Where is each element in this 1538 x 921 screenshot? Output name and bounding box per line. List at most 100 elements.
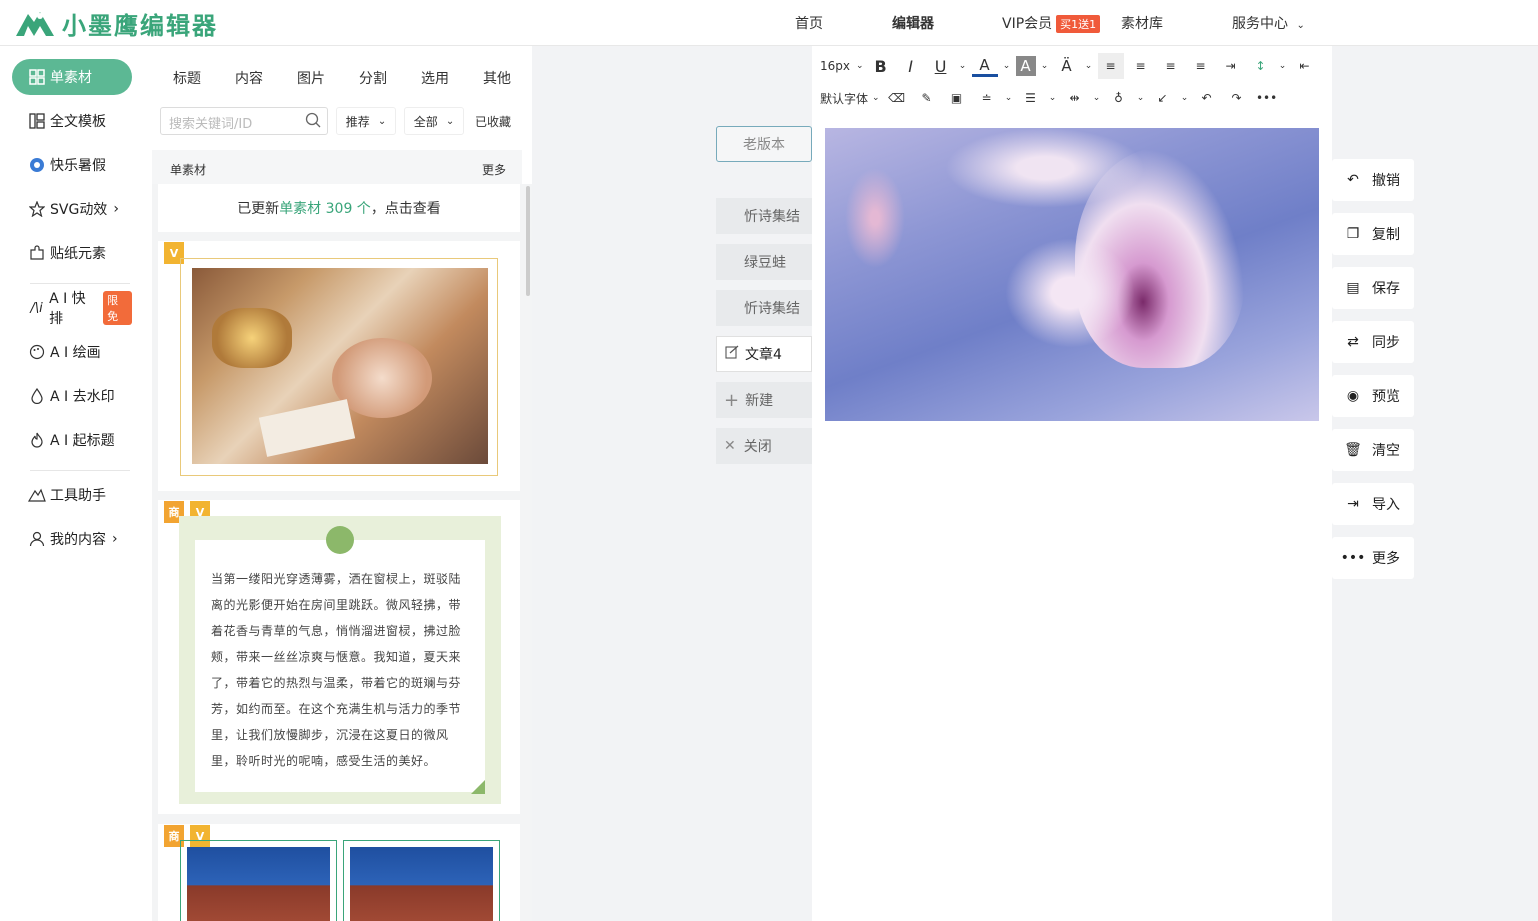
more-button[interactable]: ••• 更多: [1332, 537, 1414, 579]
sidebar-item-my-content[interactable]: 我的内容 ›: [12, 521, 132, 557]
italic-icon[interactable]: I: [898, 53, 924, 79]
filter-collected-button[interactable]: 已收藏: [470, 107, 516, 135]
sidebar-item-svg-effects[interactable]: SVG动效 ›: [12, 191, 132, 227]
sidebar-item-full-template[interactable]: 全文模板: [12, 103, 132, 139]
filter-all-dropdown[interactable]: 全部 ⌄: [404, 107, 464, 135]
exit-icon[interactable]: ⇤: [1292, 53, 1318, 79]
green-dot-decoration: [326, 526, 354, 554]
update-link[interactable]: 单素材 309 个: [279, 198, 371, 218]
corner-decoration: [471, 780, 485, 794]
chevron-down-icon[interactable]: ⌄: [1084, 53, 1094, 79]
update-notice[interactable]: 已更新 单素材 309 个 ，点击查看: [158, 184, 520, 232]
font-family-dropdown[interactable]: 默认字体 ⌄: [820, 85, 880, 111]
material-card-text[interactable]: 商 V 当第一缕阳光穿透薄雾，洒在窗棂上，斑驳陆离的光影便开始在房间里跳跃。微风…: [158, 500, 520, 814]
new-doc-button[interactable]: + 新建: [716, 382, 812, 418]
material-card-two-photos[interactable]: 商 V: [158, 824, 520, 921]
save-icon: ▤: [1346, 280, 1360, 296]
logo[interactable]: 小墨鹰编辑器: [14, 6, 218, 41]
undo-button[interactable]: ↶ 撤销: [1332, 159, 1414, 201]
divider-line-icon[interactable]: ☰: [1018, 85, 1044, 111]
bold-icon[interactable]: B: [868, 53, 894, 79]
chevron-down-icon[interactable]: ⌄: [1040, 53, 1050, 79]
nav-vip[interactable]: VIP会员 买1送1: [1002, 13, 1101, 33]
tab-content[interactable]: 内容: [235, 68, 263, 88]
chevron-down-icon[interactable]: ⌄: [1048, 85, 1058, 111]
more-icon: •••: [1340, 550, 1366, 566]
doc-tab[interactable]: 绿豆蛙: [716, 244, 812, 280]
align-justify-icon[interactable]: ≡: [1188, 53, 1214, 79]
tab-selected[interactable]: 选用: [421, 68, 449, 88]
chevron-down-icon[interactable]: ⌄: [1278, 53, 1288, 79]
nav-service[interactable]: 服务中心 ⌄: [1232, 13, 1305, 33]
doc-tab-active[interactable]: 文章4: [716, 336, 812, 372]
sidebar-item-ai-layout[interactable]: /\i A I 快排 限免: [12, 290, 132, 327]
nav-library[interactable]: 素材库: [1121, 13, 1163, 33]
tab-image[interactable]: 图片: [297, 68, 325, 88]
underline-icon[interactable]: U: [928, 53, 954, 79]
update-prefix: 已更新: [237, 201, 280, 217]
scrollbar-thumb[interactable]: [526, 186, 530, 296]
doc-tab[interactable]: 忻诗集结: [716, 290, 812, 326]
doc-tab[interactable]: 忻诗集结: [716, 198, 812, 234]
chevron-down-icon[interactable]: ⌄: [1136, 85, 1146, 111]
align-center-icon[interactable]: ≡: [1128, 53, 1154, 79]
eraser-icon[interactable]: ⌫: [884, 85, 910, 111]
sync-button[interactable]: ⇄ 同步: [1332, 321, 1414, 363]
letter-spacing-icon[interactable]: ⇹: [1062, 85, 1088, 111]
section-more-link[interactable]: 更多: [482, 161, 506, 178]
old-version-button[interactable]: 老版本: [716, 126, 812, 162]
sidebar-item-tools[interactable]: 工具助手: [12, 477, 132, 513]
more-icon[interactable]: •••: [1254, 85, 1280, 111]
tools-icon: [28, 486, 46, 504]
copy-label: 复制: [1372, 227, 1400, 243]
align-left-icon[interactable]: ≡: [1097, 53, 1124, 79]
chevron-down-icon[interactable]: ⌄: [1180, 85, 1190, 111]
sidebar-item-stickers[interactable]: 贴纸元素: [12, 235, 132, 271]
material-list[interactable]: 已更新 单素材 309 个 ，点击查看 V 商 V 当第一缕阳光穿透薄雾，洒在窗…: [152, 184, 532, 921]
sidebar-item-label: A I 绘画: [50, 345, 101, 361]
format-brush-icon[interactable]: ✎: [914, 85, 940, 111]
sidebar-item-ai-draw[interactable]: A I 绘画: [12, 334, 132, 370]
more-label: 更多: [1372, 551, 1400, 567]
tab-other[interactable]: 其他: [483, 68, 511, 88]
lightbulb-icon[interactable]: ♁: [1106, 85, 1132, 111]
import-button[interactable]: ⇥ 导入: [1332, 483, 1414, 525]
clear-button[interactable]: 🗑 清空: [1332, 429, 1414, 471]
undo-icon[interactable]: ↶: [1194, 85, 1220, 111]
copy-button[interactable]: ❐ 复制: [1332, 213, 1414, 255]
nav-home[interactable]: 首页: [795, 13, 823, 33]
sidebar-item-summer[interactable]: 快乐暑假: [12, 147, 132, 183]
sidebar-item-ai-title[interactable]: A I 起标题: [12, 422, 132, 458]
search-icon[interactable]: [305, 112, 321, 132]
font-size-dropdown[interactable]: 16px ⌄: [820, 53, 864, 79]
magnolia-photo[interactable]: [825, 128, 1319, 421]
filter-recommend-dropdown[interactable]: 推荐 ⌄: [336, 107, 396, 135]
highlight-color-icon[interactable]: A: [1015, 56, 1036, 76]
chevron-down-icon: ⌄: [872, 93, 880, 103]
image-icon[interactable]: ▣: [944, 85, 970, 111]
search-input[interactable]: 搜索关键词/ID: [160, 107, 328, 135]
font-color-icon[interactable]: A: [971, 55, 998, 77]
photo-frame-right: [343, 840, 500, 921]
chevron-down-icon[interactable]: ⌄: [1092, 85, 1102, 111]
preview-button[interactable]: ◉ 预览: [1332, 375, 1414, 417]
arrow-icon[interactable]: ↙: [1150, 85, 1176, 111]
tab-divider[interactable]: 分割: [359, 68, 387, 88]
paragraph-spacing-icon[interactable]: ≐: [974, 85, 1000, 111]
save-button[interactable]: ▤ 保存: [1332, 267, 1414, 309]
align-right-icon[interactable]: ≡: [1158, 53, 1184, 79]
indent-icon[interactable]: ⇥: [1218, 53, 1244, 79]
text-effect-icon[interactable]: Ä: [1054, 53, 1080, 79]
sidebar-item-ai-watermark[interactable]: A I 去水印: [12, 378, 132, 414]
chevron-down-icon[interactable]: ⌄: [1002, 53, 1012, 79]
close-doc-button[interactable]: ✕ 关闭: [716, 428, 812, 464]
line-height-icon[interactable]: ↕: [1248, 53, 1274, 79]
chevron-down-icon[interactable]: ⌄: [1004, 85, 1014, 111]
chevron-down-icon[interactable]: ⌄: [958, 53, 968, 79]
tab-title[interactable]: 标题: [173, 68, 201, 88]
toolbar-row-2: 默认字体 ⌄ ⌫ ✎ ▣ ≐ ⌄ ☰ ⌄ ⇹ ⌄ ♁ ⌄ ↙ ⌄ ↶ ↷ •••: [812, 82, 1332, 114]
nav-editor[interactable]: 编辑器: [892, 13, 934, 33]
material-card-photo[interactable]: V: [158, 241, 520, 491]
redo-icon[interactable]: ↷: [1224, 85, 1250, 111]
sidebar-item-single-material[interactable]: 单素材: [12, 59, 132, 95]
